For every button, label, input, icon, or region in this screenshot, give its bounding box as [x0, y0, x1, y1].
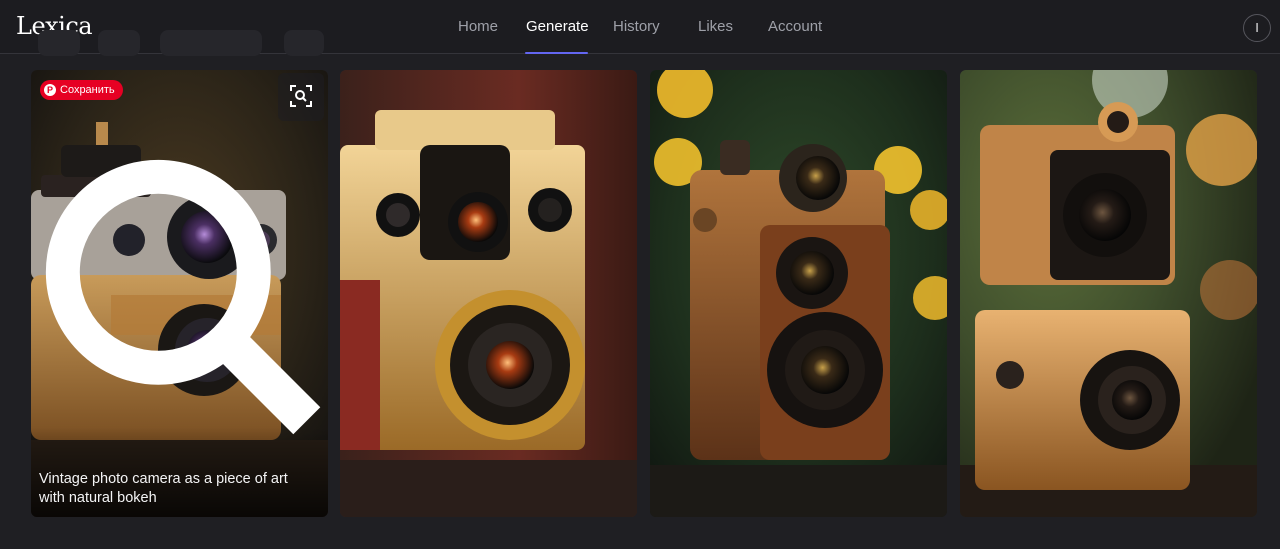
nav-generate[interactable]: Generate [526, 18, 589, 35]
visual-search-button[interactable] [278, 73, 324, 121]
gallery-card[interactable] [340, 70, 637, 517]
active-tab-indicator [525, 52, 588, 54]
visual-search-icon [290, 85, 312, 107]
gallery-card[interactable] [650, 70, 947, 517]
vintage-camera-image [340, 70, 637, 517]
top-bar: Lexica Home Generate History Likes Accou… [0, 0, 1280, 56]
user-avatar[interactable]: I [1243, 14, 1271, 42]
nav-likes[interactable]: Likes [698, 18, 733, 35]
nav-history[interactable]: History [613, 18, 660, 35]
zoom-icon[interactable] [31, 70, 328, 517]
main-nav: Home Generate History Likes Account [0, 0, 1280, 54]
gallery-card[interactable] [960, 70, 1257, 517]
image-gallery: Vintage photo camera as a piece of art w… [31, 70, 1257, 517]
nav-account[interactable]: Account [768, 18, 822, 35]
vintage-camera-image [960, 70, 1257, 517]
nav-home[interactable]: Home [458, 18, 498, 35]
vintage-camera-image [650, 70, 947, 517]
gallery-card[interactable]: Vintage photo camera as a piece of art w… [31, 70, 328, 517]
